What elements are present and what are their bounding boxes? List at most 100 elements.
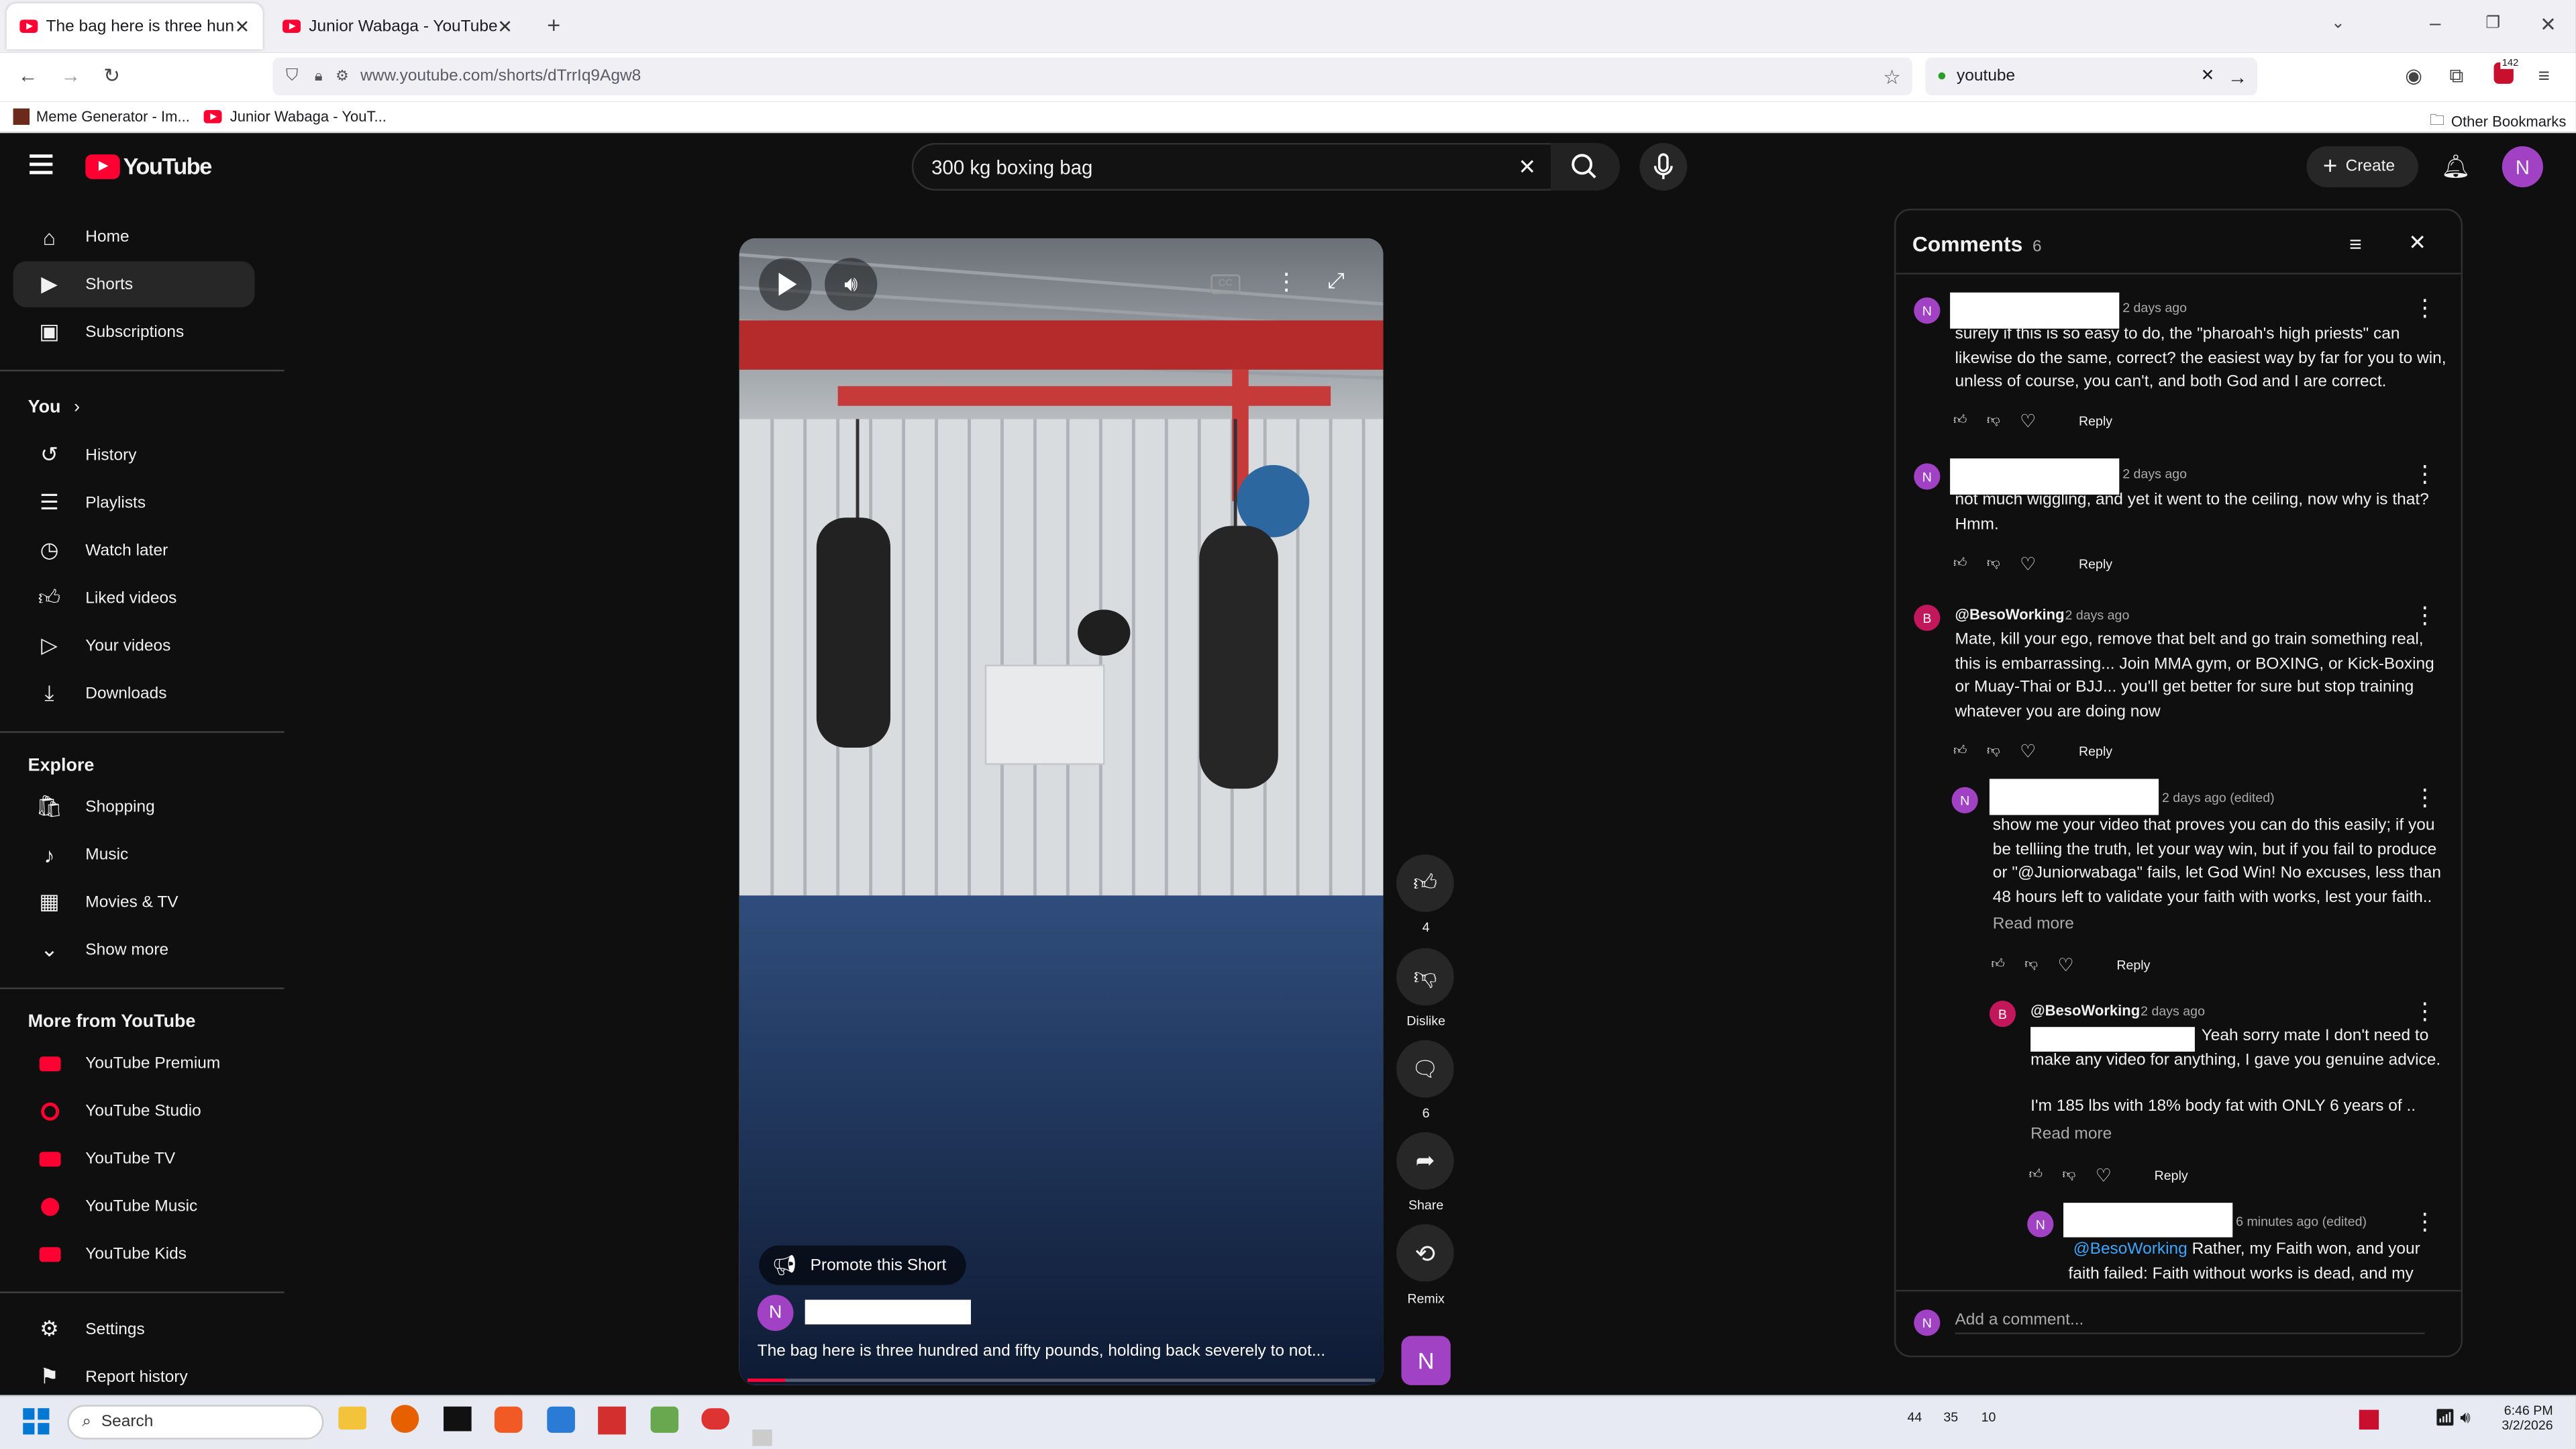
- bookmark-item[interactable]: Meme Generator - Im...: [13, 108, 190, 126]
- sidebar-show-more[interactable]: ⌄ Show more: [13, 927, 255, 973]
- comment-menu-icon[interactable]: [2414, 601, 2436, 630]
- comment-author[interactable]: @BesoWorking: [2030, 1002, 2140, 1018]
- acrobat-icon[interactable]: [598, 1406, 626, 1435]
- menu-icon[interactable]: ≡: [2538, 66, 2550, 85]
- reload-icon[interactable]: ↻: [103, 66, 120, 85]
- dislike-icon[interactable]: 👎︎: [1987, 413, 2000, 429]
- reply-button[interactable]: Reply: [2116, 957, 2150, 972]
- new-tab-icon[interactable]: +: [547, 13, 560, 36]
- sidebar-item-youtube-tv[interactable]: YouTube TV: [13, 1136, 255, 1182]
- comment-avatar[interactable]: B: [1914, 604, 1941, 632]
- firefox-icon[interactable]: [391, 1405, 419, 1433]
- app-icon[interactable]: [494, 1406, 523, 1433]
- dislike-icon[interactable]: 👎︎: [2024, 956, 2038, 972]
- add-comment-input[interactable]: Add a comment...: [1955, 1311, 2425, 1335]
- comment-avatar[interactable]: N: [1914, 297, 1941, 324]
- comment-menu-icon[interactable]: [2414, 460, 2436, 489]
- browser-search-input[interactable]: youtube: [1957, 67, 2015, 85]
- comment-avatar[interactable]: N: [1914, 463, 1941, 490]
- channel-thumbnail[interactable]: N: [1401, 1336, 1451, 1385]
- youtube-logo[interactable]: YouTube: [85, 153, 212, 179]
- bookmark-star-icon[interactable]: ☆: [1883, 65, 1900, 88]
- hamburger-menu-icon[interactable]: [30, 154, 53, 174]
- app-icon[interactable]: [752, 1430, 772, 1446]
- sidebar-item-history[interactable]: ↺ History: [13, 432, 255, 479]
- other-bookmarks[interactable]: 🗀 Other Bookmarks: [2430, 109, 2566, 135]
- tab-active[interactable]: The bag here is three hundred a ✕: [6, 3, 263, 50]
- voice-search-button[interactable]: [1639, 143, 1688, 191]
- wifi-volume-icons[interactable]: 📶︎ 🔊︎: [2434, 1410, 2470, 1428]
- go-arrow-icon[interactable]: →: [2228, 65, 2247, 88]
- sidebar-item-subscriptions[interactable]: ▣ Subscriptions: [13, 309, 255, 355]
- sidebar-item-youtube-music[interactable]: YouTube Music: [13, 1183, 255, 1230]
- sidebar-item-downloads[interactable]: ⤓ Downloads: [13, 670, 255, 717]
- heart-icon[interactable]: ♡: [2057, 954, 2073, 975]
- sidebar-item-report-history[interactable]: ⚑ Report history: [13, 1354, 255, 1400]
- like-button[interactable]: 👍︎: [1396, 854, 1454, 912]
- shield-icon[interactable]: ⛉: [286, 67, 298, 85]
- sidebar-item-liked-videos[interactable]: 👍︎ Liked videos: [13, 575, 255, 621]
- comment-menu-icon[interactable]: [2414, 1208, 2436, 1236]
- reply-button[interactable]: Reply: [2155, 1168, 2188, 1183]
- reply-button[interactable]: Reply: [2079, 556, 2112, 571]
- reply-button[interactable]: Reply: [2079, 744, 2112, 758]
- sidebar-item-playlists[interactable]: ☰ Playlists: [13, 480, 255, 526]
- mention-link[interactable]: @BesoWorking: [2068, 1240, 2187, 1258]
- window-close-icon[interactable]: ✕: [2540, 15, 2557, 34]
- comment-menu-icon[interactable]: [2414, 294, 2436, 322]
- share-button[interactable]: ➦: [1396, 1132, 1454, 1190]
- play-button[interactable]: [759, 258, 812, 311]
- comments-button[interactable]: 🗨︎: [1396, 1040, 1454, 1098]
- sidebar-item-youtube-premium[interactable]: YouTube Premium: [13, 1040, 255, 1087]
- promote-short-button[interactable]: 📢︎ Promote this Short: [759, 1245, 966, 1285]
- reply-avatar[interactable]: B: [1989, 1001, 2016, 1028]
- tab-list-icon[interactable]: ⌄: [2331, 15, 2345, 34]
- like-icon[interactable]: 👍︎: [1953, 556, 1967, 572]
- reply-button[interactable]: Reply: [2079, 413, 2112, 428]
- like-icon[interactable]: 👍︎: [1953, 743, 1967, 759]
- tab-inactive[interactable]: Junior Wabaga - YouTube ✕: [270, 3, 526, 50]
- sort-icon[interactable]: ≡: [2349, 232, 2362, 256]
- restore-icon[interactable]: ❐: [2485, 15, 2500, 34]
- read-more-link[interactable]: Read more: [2030, 1126, 2112, 1144]
- fullscreen-icon[interactable]: ⤢: [1327, 268, 1344, 294]
- sidebar-item-home[interactable]: ⌂ Home: [13, 213, 255, 260]
- notifications-bell-icon[interactable]: 🔔︎: [2441, 153, 2471, 181]
- dislike-icon[interactable]: 👎︎: [2063, 1166, 2076, 1183]
- dislike-icon[interactable]: 👎︎: [1987, 743, 2000, 759]
- sidebar-item-shorts[interactable]: ▶ Shorts: [13, 261, 255, 307]
- sidebar-item-your-videos[interactable]: ▷ Your videos: [13, 623, 255, 669]
- lock-icon[interactable]: 🔒︎: [315, 67, 323, 85]
- sidebar-item-youtube-studio[interactable]: YouTube Studio: [13, 1088, 255, 1134]
- channel-avatar[interactable]: N: [757, 1295, 794, 1332]
- dislike-icon[interactable]: 👎︎: [1987, 556, 2000, 572]
- clear-search-icon[interactable]: ✕: [2201, 67, 2215, 85]
- volume-button[interactable]: 🔊︎: [825, 258, 878, 311]
- short-title[interactable]: The bag here is three hundred and fifty …: [758, 1342, 1326, 1360]
- avatar[interactable]: N: [2502, 146, 2543, 188]
- clear-search-icon[interactable]: ✕: [1518, 154, 1536, 180]
- comment-menu-icon[interactable]: [2414, 784, 2436, 812]
- sidebar-item-shopping[interactable]: 🛍︎ Shopping: [13, 784, 255, 830]
- sidebar-item-music[interactable]: ♪ Music: [13, 832, 255, 878]
- browser-search-bar[interactable]: ● youtube ✕ →: [1925, 57, 2257, 96]
- search-input[interactable]: 300 kg boxing bag ✕: [911, 143, 1553, 191]
- game-controller-icon[interactable]: [701, 1408, 730, 1430]
- short-video-player[interactable]: 🔊︎ CC ⋮ ⤢ 📢︎ Promote this Short N The bag…: [739, 238, 1384, 1385]
- more-options-icon[interactable]: ⋮: [1275, 268, 1298, 296]
- bookmark-item[interactable]: Junior Wabaga - YouT...: [203, 109, 387, 125]
- heart-icon[interactable]: ♡: [2020, 553, 2036, 574]
- progress-track[interactable]: [747, 1379, 1376, 1383]
- tray-app-icon[interactable]: [2359, 1409, 2379, 1430]
- minimize-icon[interactable]: –: [2430, 13, 2440, 33]
- remix-button[interactable]: ⟲: [1396, 1223, 1454, 1282]
- account-icon[interactable]: ◉: [2405, 66, 2422, 85]
- like-icon[interactable]: 👍︎: [1991, 956, 2005, 972]
- app-icon[interactable]: [547, 1406, 575, 1433]
- heart-icon[interactable]: ♡: [2020, 410, 2036, 431]
- extensions-icon[interactable]: ⧉: [2449, 66, 2463, 85]
- sidebar-item-settings[interactable]: ⚙ Settings: [13, 1306, 255, 1352]
- sidebar-you-header[interactable]: You ›: [28, 397, 80, 417]
- close-tab-icon[interactable]: ✕: [235, 15, 250, 37]
- comment-author[interactable]: @BesoWorking: [1955, 606, 2064, 622]
